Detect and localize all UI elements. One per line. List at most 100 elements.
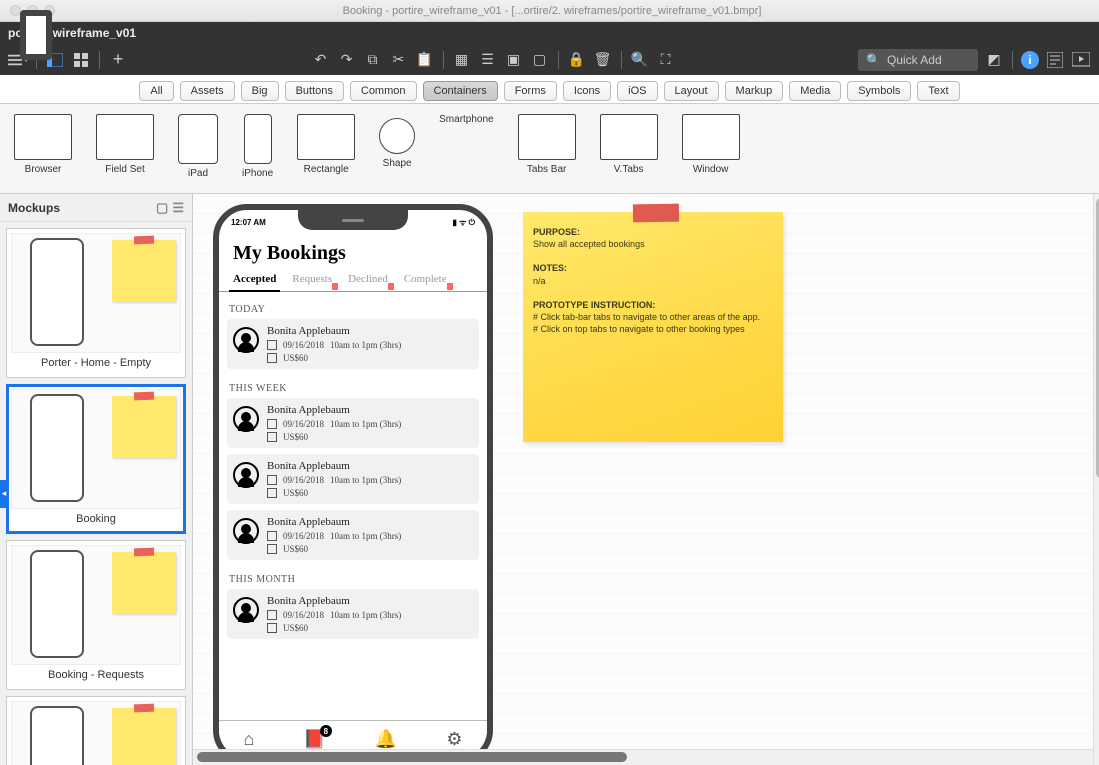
shelf-item-ipad[interactable]: iPad <box>178 114 218 179</box>
lock-icon[interactable]: 🔒 <box>567 50 587 70</box>
booking-name: Bonita Applebaum <box>267 516 401 528</box>
sticky-note[interactable]: PURPOSE: Show all accepted bookings NOTE… <box>523 212 783 442</box>
bookings-list: TODAYBonita Applebaum09/16/201810am to 1… <box>219 292 487 649</box>
mockup-card[interactable]: Booking <box>6 384 186 534</box>
grid-view-icon[interactable] <box>71 50 91 70</box>
paste-icon[interactable]: 📋 <box>415 50 435 70</box>
horizontal-scrollbar[interactable] <box>193 749 1093 765</box>
booking-time: 10am to 1pm (3hrs) <box>330 531 401 541</box>
shelf-item-rectangle[interactable]: Rectangle <box>297 114 355 175</box>
avatar-icon <box>233 518 259 544</box>
sticky-notes: n/a <box>533 275 773 287</box>
booking-name: Bonita Applebaum <box>267 460 401 472</box>
mockup-card[interactable]: Booking - Requests <box>6 540 186 690</box>
phone-time: 12:07 AM <box>231 218 266 227</box>
tabbar-bookings-icon[interactable]: 📕8 <box>303 729 325 750</box>
panel-collapse-handle[interactable]: ◂ <box>0 480 9 508</box>
library-icon[interactable]: ◩ <box>984 50 1004 70</box>
vertical-scrollbar[interactable] <box>1093 194 1099 765</box>
redo-icon[interactable]: ↷ <box>337 50 357 70</box>
category-layout[interactable]: Layout <box>664 81 719 101</box>
mockup-card[interactable] <box>6 696 186 765</box>
category-containers[interactable]: Containers <box>423 81 498 101</box>
shelf-item-shape[interactable]: Shape <box>379 114 415 169</box>
category-forms[interactable]: Forms <box>504 81 557 101</box>
add-icon[interactable]: + <box>108 50 128 70</box>
section-heading: THIS MONTH <box>227 566 479 589</box>
mockup-card[interactable]: Porter - Home - Empty <box>6 228 186 378</box>
category-common[interactable]: Common <box>350 81 417 101</box>
booking-type-tabs: AcceptedRequestsDeclinedComplete <box>219 269 487 292</box>
thumbnail-view-icon[interactable]: ▢ <box>156 200 168 216</box>
category-all[interactable]: All <box>139 81 173 101</box>
cut-icon[interactable]: ✂ <box>389 50 409 70</box>
category-icons[interactable]: Icons <box>563 81 611 101</box>
category-big[interactable]: Big <box>241 81 279 101</box>
price-icon <box>267 623 277 633</box>
booking-name: Bonita Applebaum <box>267 595 401 607</box>
calendar-icon <box>267 340 277 350</box>
delete-icon[interactable]: 🗑 <box>593 50 613 70</box>
shelf-item-browser[interactable]: Browser <box>14 114 72 175</box>
align-icon[interactable]: ☰ <box>478 50 498 70</box>
undo-icon[interactable]: ↶ <box>311 50 331 70</box>
shelf-item-tabs-bar[interactable]: Tabs Bar <box>518 114 576 175</box>
notes-panel-icon[interactable] <box>1045 50 1065 70</box>
front-icon[interactable]: ▣ <box>504 50 524 70</box>
shelf-item-smartphone[interactable]: Smartphone <box>439 114 493 125</box>
phone-status-icons: ▮ ᯤ ⏻ <box>453 217 475 228</box>
booking-date: 09/16/2018 <box>283 419 324 429</box>
price-icon <box>267 353 277 363</box>
booking-time: 10am to 1pm (3hrs) <box>330 475 401 485</box>
booking-card[interactable]: Bonita Applebaum09/16/201810am to 1pm (3… <box>227 319 479 369</box>
zoom-icon[interactable]: 🔍 <box>630 50 650 70</box>
booking-tab-requests[interactable]: Requests <box>284 269 340 291</box>
shelf-item-window[interactable]: Window <box>682 114 740 175</box>
category-text[interactable]: Text <box>917 81 959 101</box>
tabbar-settings-icon[interactable]: ⚙ <box>446 729 462 750</box>
booking-card[interactable]: Bonita Applebaum09/16/201810am to 1pm (3… <box>227 510 479 560</box>
category-markup[interactable]: Markup <box>725 81 784 101</box>
booking-tab-complete[interactable]: Complete <box>396 269 455 291</box>
sticky-proto-line1: # Click tab-bar tabs to navigate to othe… <box>533 311 773 323</box>
sticky-proto-heading: PROTOTYPE INSTRUCTION: <box>533 299 773 311</box>
category-assets[interactable]: Assets <box>180 81 235 101</box>
booking-card[interactable]: Bonita Applebaum09/16/201810am to 1pm (3… <box>227 454 479 504</box>
canvas[interactable]: 12:07 AM ▮ ᯤ ⏻ My Bookings AcceptedReque… <box>193 194 1093 765</box>
section-heading: THIS WEEK <box>227 375 479 398</box>
copy-icon[interactable]: ⧉ <box>363 50 383 70</box>
avatar-icon <box>233 327 259 353</box>
booking-date: 09/16/2018 <box>283 340 324 350</box>
info-icon[interactable]: i <box>1021 51 1039 69</box>
shelf-item-iphone[interactable]: iPhone <box>242 114 273 179</box>
booking-tab-declined[interactable]: Declined <box>340 269 396 291</box>
canvas-area: 12:07 AM ▮ ᯤ ⏻ My Bookings AcceptedReque… <box>193 194 1099 765</box>
category-buttons[interactable]: Buttons <box>285 81 344 101</box>
category-ios[interactable]: iOS <box>617 81 657 101</box>
macos-titlebar: Booking - portire_wireframe_v01 - [...or… <box>0 0 1099 22</box>
booking-time: 10am to 1pm (3hrs) <box>330 419 401 429</box>
category-symbols[interactable]: Symbols <box>847 81 911 101</box>
category-media[interactable]: Media <box>789 81 841 101</box>
present-icon[interactable] <box>1071 50 1091 70</box>
iphone-mockup[interactable]: 12:07 AM ▮ ᯤ ⏻ My Bookings AcceptedReque… <box>213 204 493 764</box>
tabbar-notifications-icon[interactable]: 🔔 <box>375 729 397 750</box>
mockup-label: Porter - Home - Empty <box>41 355 151 373</box>
booking-price: US$60 <box>283 488 308 498</box>
fit-icon[interactable]: ⛶ <box>656 50 676 70</box>
sticky-purpose: Show all accepted bookings <box>533 238 773 250</box>
shelf-item-field-set[interactable]: Field Set <box>96 114 154 175</box>
list-view-icon[interactable]: ☰ <box>172 200 184 216</box>
mockup-list[interactable]: Porter - Home - Empty BookingBooking - Re… <box>0 222 192 765</box>
group-icon[interactable]: ▦ <box>452 50 472 70</box>
booking-card[interactable]: Bonita Applebaum09/16/201810am to 1pm (3… <box>227 398 479 448</box>
quick-add-input[interactable]: 🔍 Quick Add <box>858 49 978 71</box>
tabbar-home-icon[interactable]: ⌂ <box>244 729 255 750</box>
shelf-item-v-tabs[interactable]: V.Tabs <box>600 114 658 175</box>
back-icon[interactable]: ▢ <box>530 50 550 70</box>
calendar-icon <box>267 531 277 541</box>
booking-card[interactable]: Bonita Applebaum09/16/201810am to 1pm (3… <box>227 589 479 639</box>
category-bar: All Assets Big Buttons Common Containers Forms… <box>0 75 1099 104</box>
price-icon <box>267 432 277 442</box>
booking-tab-accepted[interactable]: Accepted <box>225 269 284 291</box>
